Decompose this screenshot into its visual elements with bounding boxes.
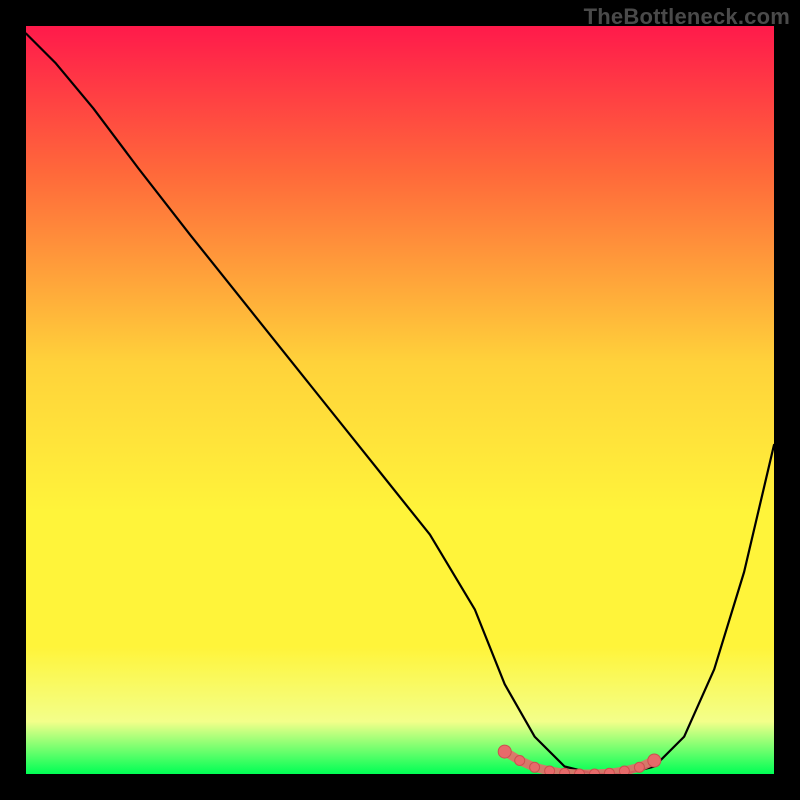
optimal-zone-marker bbox=[530, 762, 540, 772]
gradient-background bbox=[26, 26, 774, 774]
optimal-zone-marker bbox=[498, 745, 511, 758]
optimal-zone-marker bbox=[515, 756, 525, 766]
chart-frame: TheBottleneck.com bbox=[0, 0, 800, 800]
plot-area bbox=[26, 26, 774, 774]
optimal-zone-marker bbox=[619, 766, 629, 774]
chart-svg bbox=[26, 26, 774, 774]
optimal-zone-marker bbox=[648, 754, 661, 767]
optimal-zone-marker bbox=[560, 768, 570, 774]
optimal-zone-marker bbox=[545, 766, 555, 774]
optimal-zone-marker bbox=[604, 768, 614, 774]
optimal-zone-marker bbox=[634, 762, 644, 772]
watermark-text: TheBottleneck.com bbox=[584, 4, 790, 30]
